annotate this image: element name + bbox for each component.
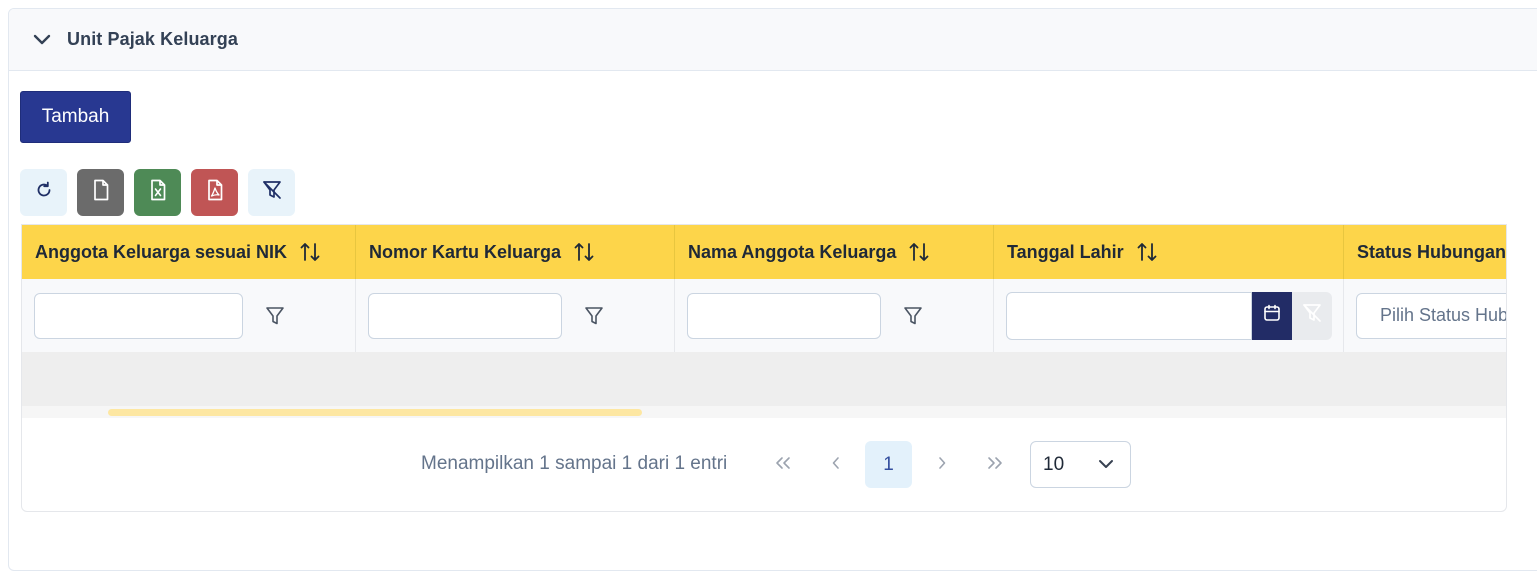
page-button[interactable]: 1 [865, 441, 912, 488]
sort-icon[interactable] [299, 241, 321, 263]
scrollbar-thumb[interactable] [108, 409, 642, 416]
column-header-nama[interactable]: Nama Anggota Keluarga [675, 225, 994, 279]
filter-cell-status-hubungan [1344, 279, 1506, 352]
column-header-status-hubungan[interactable]: Status Hubungan [1344, 225, 1506, 279]
sort-icon[interactable] [908, 241, 930, 263]
panel-title: Unit Pajak Keluarga [67, 29, 238, 49]
tanggal-lahir-filter-input[interactable] [1006, 291, 1252, 340]
double-chevron-left-icon [774, 453, 792, 476]
filter-clear-icon [1301, 302, 1323, 329]
table-filter-row [22, 279, 1506, 352]
chevron-left-icon [831, 453, 841, 476]
rows-per-page-value: 10 [1043, 453, 1065, 475]
double-chevron-right-icon [986, 453, 1004, 476]
filter-icon[interactable] [576, 298, 612, 334]
last-page-button[interactable] [971, 441, 1018, 488]
file-icon [92, 179, 110, 206]
calendar-icon [1262, 303, 1282, 328]
chevron-down-icon [1096, 454, 1116, 480]
clear-filters-button[interactable] [248, 169, 295, 216]
filter-cell-nama [675, 279, 994, 352]
filter-clear-icon [261, 179, 283, 206]
calendar-button[interactable] [1252, 291, 1292, 340]
file-pdf-icon [206, 179, 224, 206]
table-row [22, 352, 1506, 406]
export-excel-button[interactable] [134, 169, 181, 216]
export-pdf-button[interactable] [191, 169, 238, 216]
filter-icon[interactable] [257, 298, 293, 334]
filter-cell-nik [22, 279, 356, 352]
file-excel-icon [149, 179, 167, 206]
sort-icon[interactable] [573, 241, 595, 263]
clear-date-filter-button[interactable] [1292, 291, 1332, 340]
add-button[interactable]: Tambah [20, 91, 131, 143]
column-header-nomor-kk[interactable]: Nomor Kartu Keluarga [356, 225, 675, 279]
first-page-button[interactable] [759, 441, 806, 488]
pagination-summary: Menampilkan 1 sampai 1 dari 1 entri [421, 453, 728, 474]
panel-header[interactable]: Unit Pajak Keluarga [9, 9, 1537, 71]
chevron-down-icon[interactable] [31, 29, 53, 51]
nomor-kk-filter-input[interactable] [368, 292, 562, 339]
refresh-button[interactable] [20, 169, 67, 216]
column-header-tanggal-lahir[interactable]: Tanggal Lahir [994, 225, 1344, 279]
family-members-table: Anggota Keluarga sesuai NIK Nomor Kartu … [21, 224, 1507, 512]
column-header-nik[interactable]: Anggota Keluarga sesuai NIK [22, 225, 356, 279]
paginator: Menampilkan 1 sampai 1 dari 1 entri 1 10 [22, 419, 1506, 511]
chevron-right-icon [937, 453, 947, 476]
horizontal-scrollbar[interactable] [22, 406, 1506, 418]
nama-filter-input[interactable] [687, 292, 881, 339]
export-csv-button[interactable] [77, 169, 124, 216]
next-page-button[interactable] [918, 441, 965, 488]
rows-per-page-select[interactable]: 10 [1030, 441, 1131, 488]
table-toolbar [20, 169, 295, 216]
previous-page-button[interactable] [812, 441, 859, 488]
nik-filter-input[interactable] [34, 292, 243, 339]
filter-cell-nomor-kk [356, 279, 675, 352]
filter-icon[interactable] [895, 298, 931, 334]
refresh-icon [34, 180, 54, 205]
filter-cell-tanggal-lahir [994, 279, 1344, 352]
status-hubungan-select[interactable] [1356, 292, 1506, 339]
sort-icon[interactable] [1136, 241, 1158, 263]
table-header-row: Anggota Keluarga sesuai NIK Nomor Kartu … [22, 225, 1506, 279]
